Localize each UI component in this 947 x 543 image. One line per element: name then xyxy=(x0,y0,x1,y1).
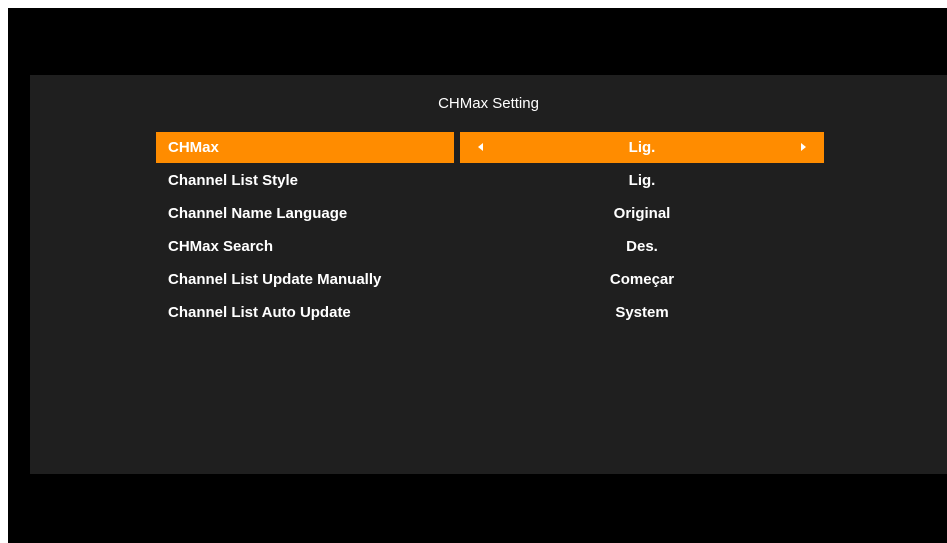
setting-row-chmax-search[interactable]: CHMax Search Des. xyxy=(156,231,824,264)
setting-row-chmax[interactable]: CHMax Lig. xyxy=(156,132,824,165)
menu-title: CHMax Setting xyxy=(438,95,539,112)
settings-list: CHMax Lig. Channel List Style Lig. Chann… xyxy=(156,132,824,330)
setting-label: Channel List Update Manually xyxy=(168,271,382,288)
setting-value: System xyxy=(615,304,669,321)
setting-label: Channel List Style xyxy=(168,172,299,189)
setting-label: Channel List Auto Update xyxy=(168,304,351,321)
setting-value: Des. xyxy=(626,238,658,255)
setting-value: Lig. xyxy=(628,172,656,189)
setting-row-channel-list-update-manually[interactable]: Channel List Update Manually Começar xyxy=(156,264,824,297)
left-arrow-icon[interactable] xyxy=(478,143,483,151)
settings-panel: CHMax Setting CHMax Lig. Channel List St… xyxy=(30,75,947,474)
setting-label: Channel Name Language xyxy=(168,205,348,222)
setting-value-selector[interactable]: Lig. xyxy=(460,132,824,163)
setting-value: Original xyxy=(613,205,671,222)
setting-row-channel-name-language[interactable]: Channel Name Language Original xyxy=(156,198,824,231)
setting-label: CHMax xyxy=(156,132,454,163)
right-arrow-icon[interactable] xyxy=(801,143,806,151)
tv-screen: CHMax Setting CHMax Lig. Channel List St… xyxy=(8,8,947,543)
setting-value: Lig. xyxy=(628,139,656,156)
setting-row-channel-list-style[interactable]: Channel List Style Lig. xyxy=(156,165,824,198)
setting-value: Começar xyxy=(609,271,675,288)
setting-label: CHMax Search xyxy=(168,238,274,255)
setting-row-channel-list-auto-update[interactable]: Channel List Auto Update System xyxy=(156,297,824,330)
